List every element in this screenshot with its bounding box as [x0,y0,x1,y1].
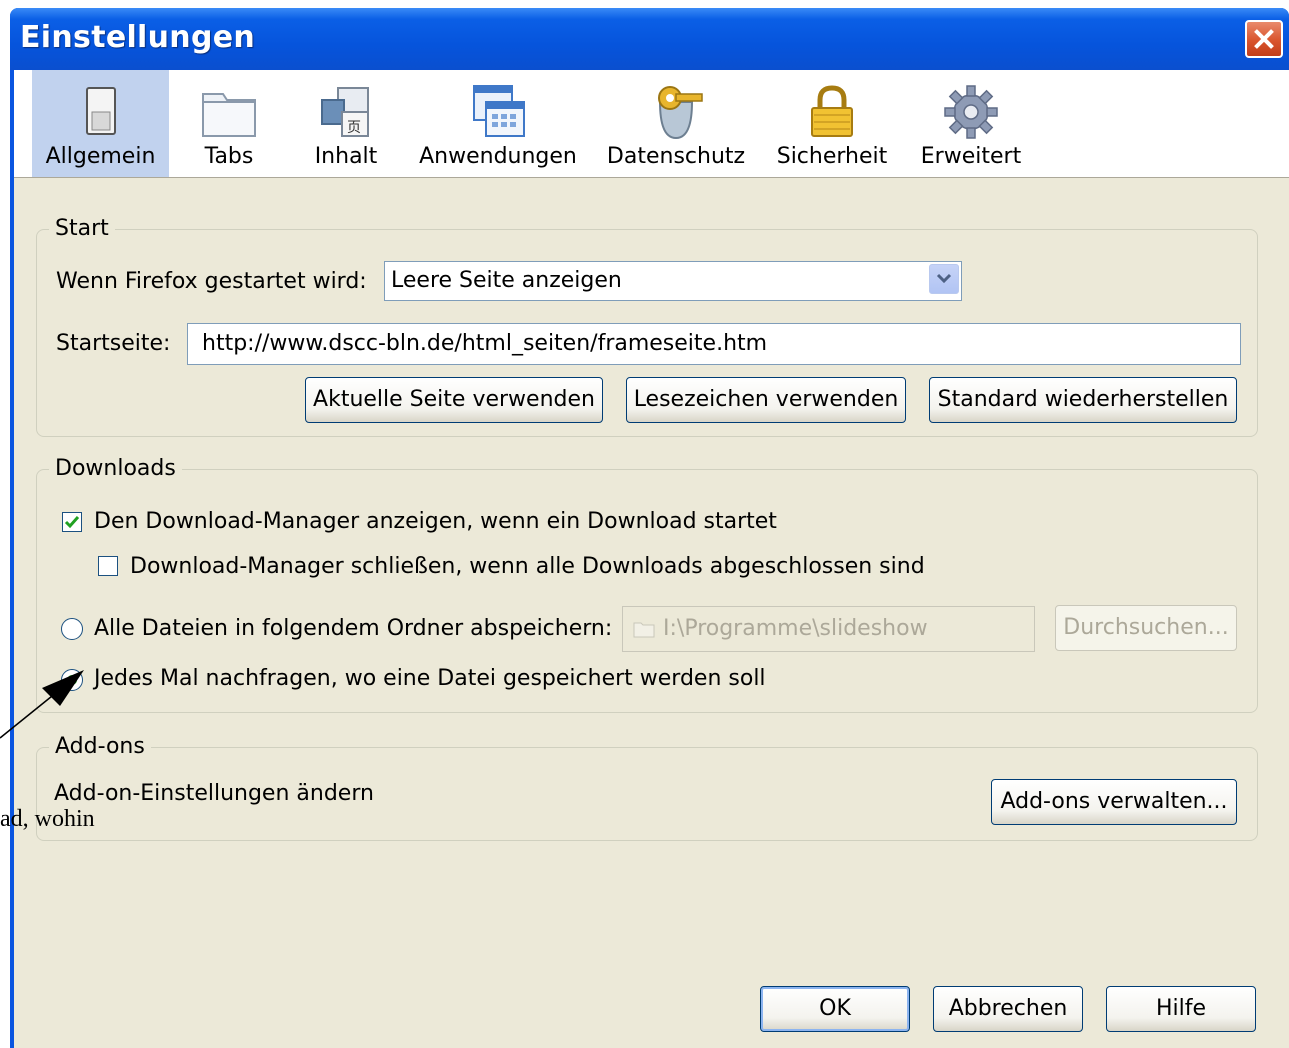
annotation-arrow-icon [0,670,84,739]
